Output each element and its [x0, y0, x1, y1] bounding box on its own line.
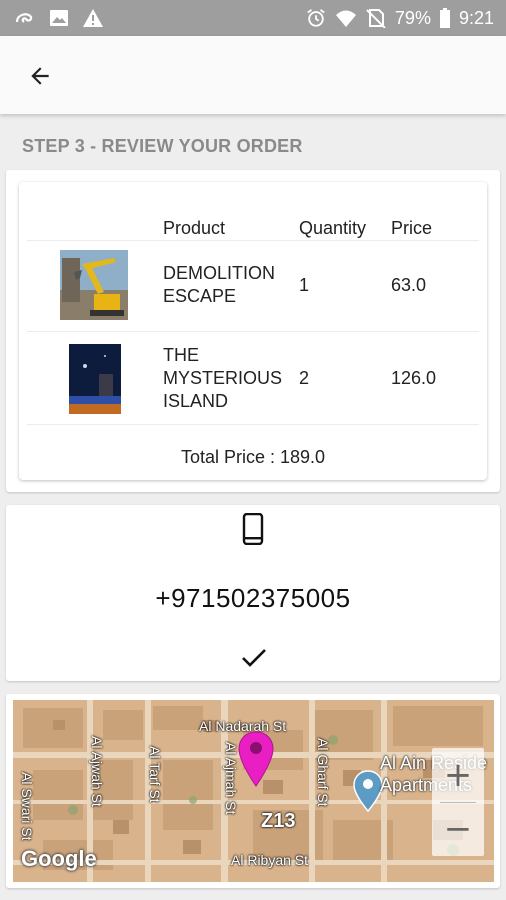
battery-percent: 79%: [394, 7, 431, 28]
alarm-icon: [307, 9, 325, 27]
header-price: Price: [391, 218, 433, 238]
header-product: Product: [163, 218, 226, 238]
price-row2: 126.0: [391, 368, 437, 388]
street-label: Al Swari St: [19, 772, 35, 841]
quantity-row1: 1: [299, 275, 310, 295]
map-view[interactable]: Al Nadarah St Al Ajwah St Al Tarf St Al …: [13, 700, 494, 882]
app-bar: [0, 36, 506, 114]
street-label: Al Ajwah St: [89, 736, 105, 807]
street-label: Al Tarf St: [147, 746, 163, 803]
warning-icon: [83, 9, 103, 27]
arrow-back-icon: [31, 67, 49, 85]
quantity-row2: 2: [299, 368, 310, 388]
divider: [27, 240, 479, 241]
no-sim-icon: [366, 9, 386, 28]
wifi-icon: [335, 10, 356, 27]
map-card: Al Nadarah St Al Ajwah St Al Tarf St Al …: [6, 694, 500, 888]
street-label: Al Gharf St: [315, 738, 331, 807]
image-icon: [50, 10, 68, 26]
back-button[interactable]: [20, 56, 60, 96]
app-icon: [15, 13, 33, 23]
divider: [27, 331, 479, 332]
divider: [27, 424, 479, 425]
status-bar: 79% 9:21: [0, 0, 506, 36]
check-icon[interactable]: [241, 647, 267, 669]
battery-icon: [439, 8, 450, 28]
product-image-mysterious-island: [69, 344, 121, 414]
product-image-demolition: [60, 250, 128, 320]
header-quantity: Quantity: [299, 218, 367, 238]
street-label: Al Ribyan St: [231, 852, 309, 868]
order-table: Product Quantity Price DEMOLITION ESCAPE…: [19, 182, 487, 480]
total-price: Total Price : 189.0: [180, 447, 326, 467]
contact-card: +971502375005: [6, 505, 500, 681]
google-logo: Google: [21, 846, 97, 871]
smartphone-icon: [242, 513, 264, 545]
zoom-in-button[interactable]: +: [432, 748, 484, 802]
clock: 9:21: [458, 7, 494, 28]
place-pin-icon[interactable]: [353, 770, 383, 812]
zoom-controls: + −: [432, 748, 484, 856]
product-name-row1: DEMOLITION ESCAPE: [163, 263, 276, 306]
product-name-row2: THE MYSTERIOUS ISLAND: [163, 345, 283, 411]
zoom-out-button[interactable]: −: [432, 802, 484, 856]
order-card: Product Quantity Price DEMOLITION ESCAPE…: [6, 170, 500, 492]
location-marker-icon[interactable]: [237, 730, 275, 788]
phone-number: +971502375005: [155, 583, 351, 613]
zone-label: Z13: [261, 810, 296, 832]
step-title: STEP 3 - REVIEW YOUR ORDER: [22, 136, 303, 156]
price-row1: 63.0: [391, 275, 427, 295]
